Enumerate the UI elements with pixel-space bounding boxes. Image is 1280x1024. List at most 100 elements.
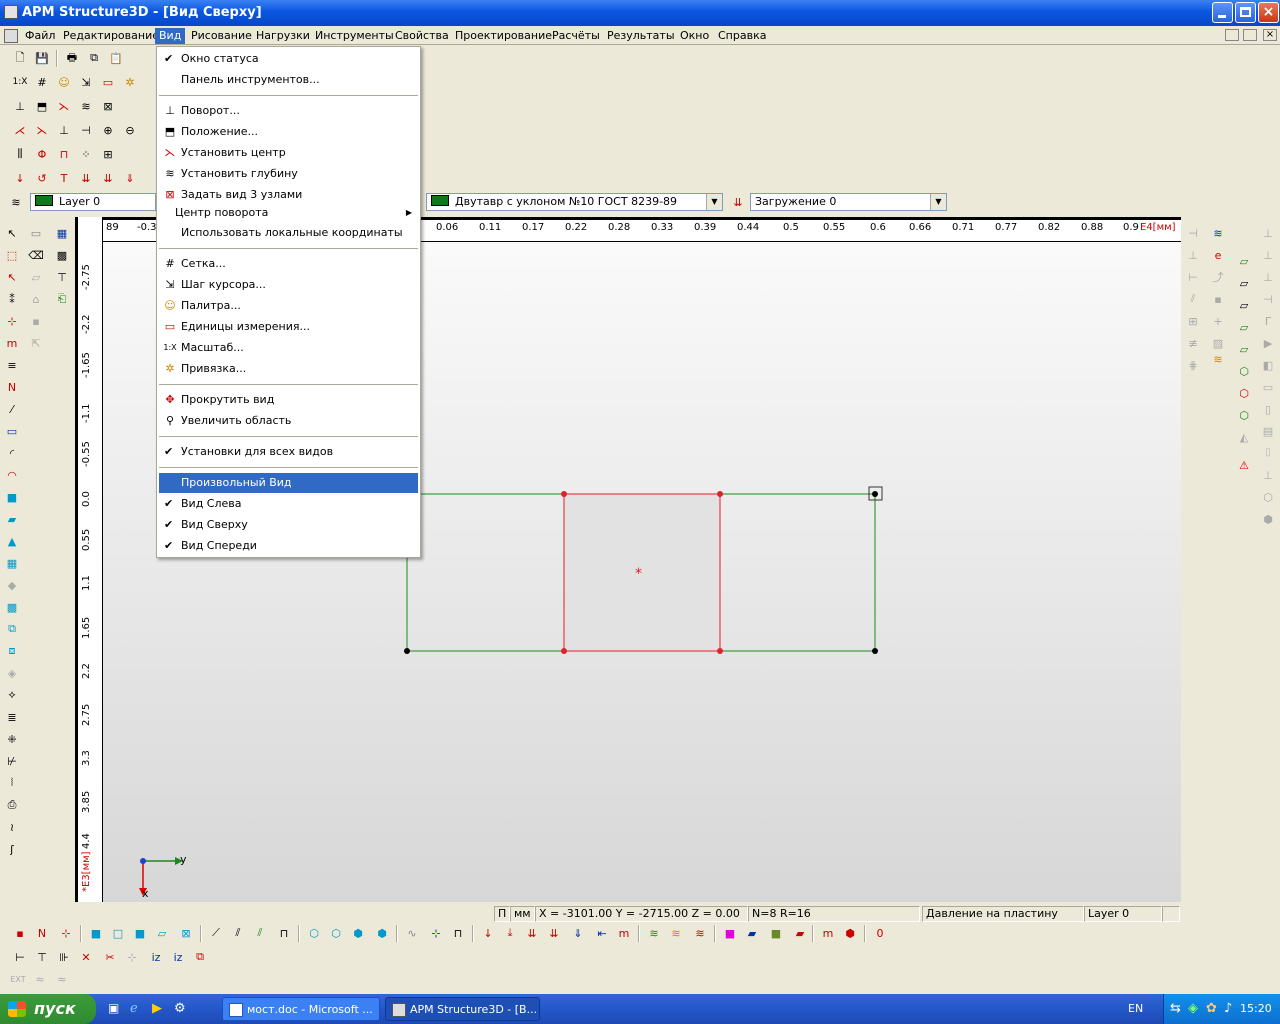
menu-item-front-view[interactable]: ✔ Вид Спереди [159,536,418,556]
menu-item-rotation-center[interactable]: Центр поворота ▶ [159,203,418,223]
scale-icon[interactable]: 1:X [10,72,30,92]
moment-icon[interactable]: ↺ [32,168,52,188]
trim-icon[interactable]: ✂ [100,947,120,967]
minimize-button[interactable] [1212,2,1233,23]
dots-icon[interactable]: ⁘ [76,144,96,164]
hammer-icon[interactable]: ⊤ [53,268,71,286]
disabled-tool-icon[interactable]: Γ [1259,312,1277,330]
section-view-icon[interactable]: ⊓ [448,923,468,943]
menu-item-local-coords[interactable]: Использовать локальные координаты [159,223,418,243]
mass-view-icon[interactable]: m [614,923,634,943]
layers-edit-icon[interactable]: ≋ [1209,224,1227,242]
snap-icon[interactable]: ✲ [120,72,140,92]
disabled-tool-icon[interactable]: ⊥ [1184,246,1202,264]
loading-icon[interactable]: ⇊ [728,192,748,212]
magenta-square-icon[interactable]: ■ [720,923,740,943]
disabled-tool-icon[interactable]: ▶ [1259,334,1277,352]
menu-item-left-view[interactable]: ✔ Вид Слева [159,494,418,514]
solid-outline-icon[interactable]: ⬡ [326,923,346,943]
delete-cross-icon[interactable]: ✕ [76,947,96,967]
disabled-tool-icon[interactable]: ◈ [3,664,21,682]
node[interactable] [717,491,723,497]
beam-icon[interactable]: ▭ [3,422,21,440]
rod-double-icon[interactable]: ⫽ [228,923,248,943]
menu-item-palette[interactable]: ☺ Палитра... [159,296,418,316]
disabled-tool-icon[interactable]: ⌷ [1259,444,1277,462]
start-button[interactable]: пуск [0,994,96,1024]
select-icon[interactable]: ↖ [3,224,21,242]
column-icon[interactable]: ⫼ [10,144,30,164]
load-alt-icon[interactable]: ⇊ [98,168,118,188]
clock[interactable]: 15:20 [1240,1002,1272,1015]
app-icon[interactable] [4,5,18,19]
zoom-in-icon[interactable]: ⊕ [98,120,118,140]
menu-item-rotate[interactable]: ⊥ Поворот... [159,101,418,121]
link-icon[interactable]: ⟡ [3,686,21,704]
menu-item-units[interactable]: ▭ Единицы измерения... [159,317,418,337]
menu-help[interactable]: Справка [714,28,770,44]
section-combo[interactable]: Двутавр с уклоном №10 ГОСТ 8239-89 ▼ [426,193,723,211]
disabled-tool-icon[interactable]: ⬢ [1259,510,1277,528]
layers-yellow-icon[interactable]: ≋ [666,923,686,943]
solid-shade-icon[interactable]: ⬢ [372,923,392,943]
disabled-tool-icon[interactable]: ⊣ [1259,290,1277,308]
menu-item-scale[interactable]: 1:X Масштаб... [159,338,418,358]
disabled-tool-icon[interactable]: ≢ [1184,334,1202,352]
plate-red-icon[interactable]: ▰ [790,923,810,943]
menu-item-arbitrary-view[interactable]: Произвольный Вид [159,473,418,493]
number-icon[interactable]: N [3,378,21,396]
disabled-tool-icon[interactable]: ⊢ [1184,268,1202,286]
disabled-tool-icon[interactable]: ⌂ [27,290,45,308]
align-left-icon[interactable]: ⊢ [10,947,30,967]
disabled-tool-icon[interactable]: ⊥ [1259,466,1277,484]
support-icon[interactable]: Φ [32,144,52,164]
disabled-tool-icon[interactable]: ⬡ [1259,488,1277,506]
hook-icon[interactable]: ʃ [3,840,21,858]
disabled-tool-icon[interactable]: ⊥ [1259,268,1277,286]
grid-fill-icon[interactable]: ▩ [53,246,71,264]
save-icon[interactable]: 💾 [32,48,52,68]
table-icon[interactable]: ▦ [53,224,71,242]
split-icon[interactable]: ⊪ [54,947,74,967]
section-outline-alt-icon[interactable]: ▱ [1235,296,1253,314]
ext-button[interactable]: EXT [8,969,28,989]
cube-green-icon[interactable]: ⬡ [1235,406,1253,424]
force-view-icon[interactable]: ↓ [478,923,498,943]
select-red-icon[interactable]: ↖ [3,268,21,286]
wand-icon[interactable]: ⁄ [3,400,21,418]
ie-icon[interactable]: ℯ [130,1001,146,1017]
disabled-tool-icon[interactable]: ≈ [52,969,72,989]
disabled-tool-icon[interactable]: ▪ [1209,290,1227,308]
deform-icon[interactable]: ∿ [402,923,422,943]
window-icon[interactable]: ▭ [27,224,45,242]
tray-volume-icon[interactable]: ♪ [1224,1001,1232,1016]
section-green-icon[interactable]: ▱ [1235,318,1253,336]
disabled-tool-icon[interactable]: ⇱ [27,334,45,352]
disabled-tool-icon[interactable]: ⋕ [1184,356,1202,374]
zero-icon[interactable]: 0 [870,923,890,943]
arc-icon[interactable]: ◜ [3,444,21,462]
menu-view[interactable]: Вид [155,28,186,44]
rod-green-icon[interactable]: ⫽ [250,923,270,943]
loading-combo[interactable]: Загружение 0 ▼ [750,193,947,211]
disabled-tool-icon[interactable]: ▱ [27,268,45,286]
align-node-icon[interactable]: ⊤ [32,947,52,967]
olive-square-icon[interactable]: ■ [766,923,786,943]
disabled-tool-icon[interactable]: ▪ [27,312,45,330]
node[interactable] [561,648,567,654]
node[interactable] [872,648,878,654]
menu-loads[interactable]: Нагрузки [252,28,314,44]
temperature-view-icon[interactable]: ⇓ [568,923,588,943]
distributed-load-icon[interactable]: ⇊ [76,168,96,188]
mesh-plate-icon[interactable]: ▦ [3,554,21,572]
tray-network-icon[interactable]: ⇆ [1170,1001,1181,1016]
task-word[interactable]: мост.doc - Microsoft ... [222,997,380,1021]
align-icon[interactable]: ≣ [3,708,21,726]
plate-shade-icon[interactable]: ▱ [152,923,172,943]
solid-view-icon[interactable]: ⬡ [304,923,324,943]
load-plate-icon[interactable]: ⇓ [120,168,140,188]
plate-icon[interactable]: ■ [3,488,21,506]
arrow-left-icon[interactable]: ⇤ [592,923,612,943]
zigzag-icon[interactable]: ⦚ [3,774,21,792]
disabled-tool-icon[interactable]: + [1209,312,1227,330]
